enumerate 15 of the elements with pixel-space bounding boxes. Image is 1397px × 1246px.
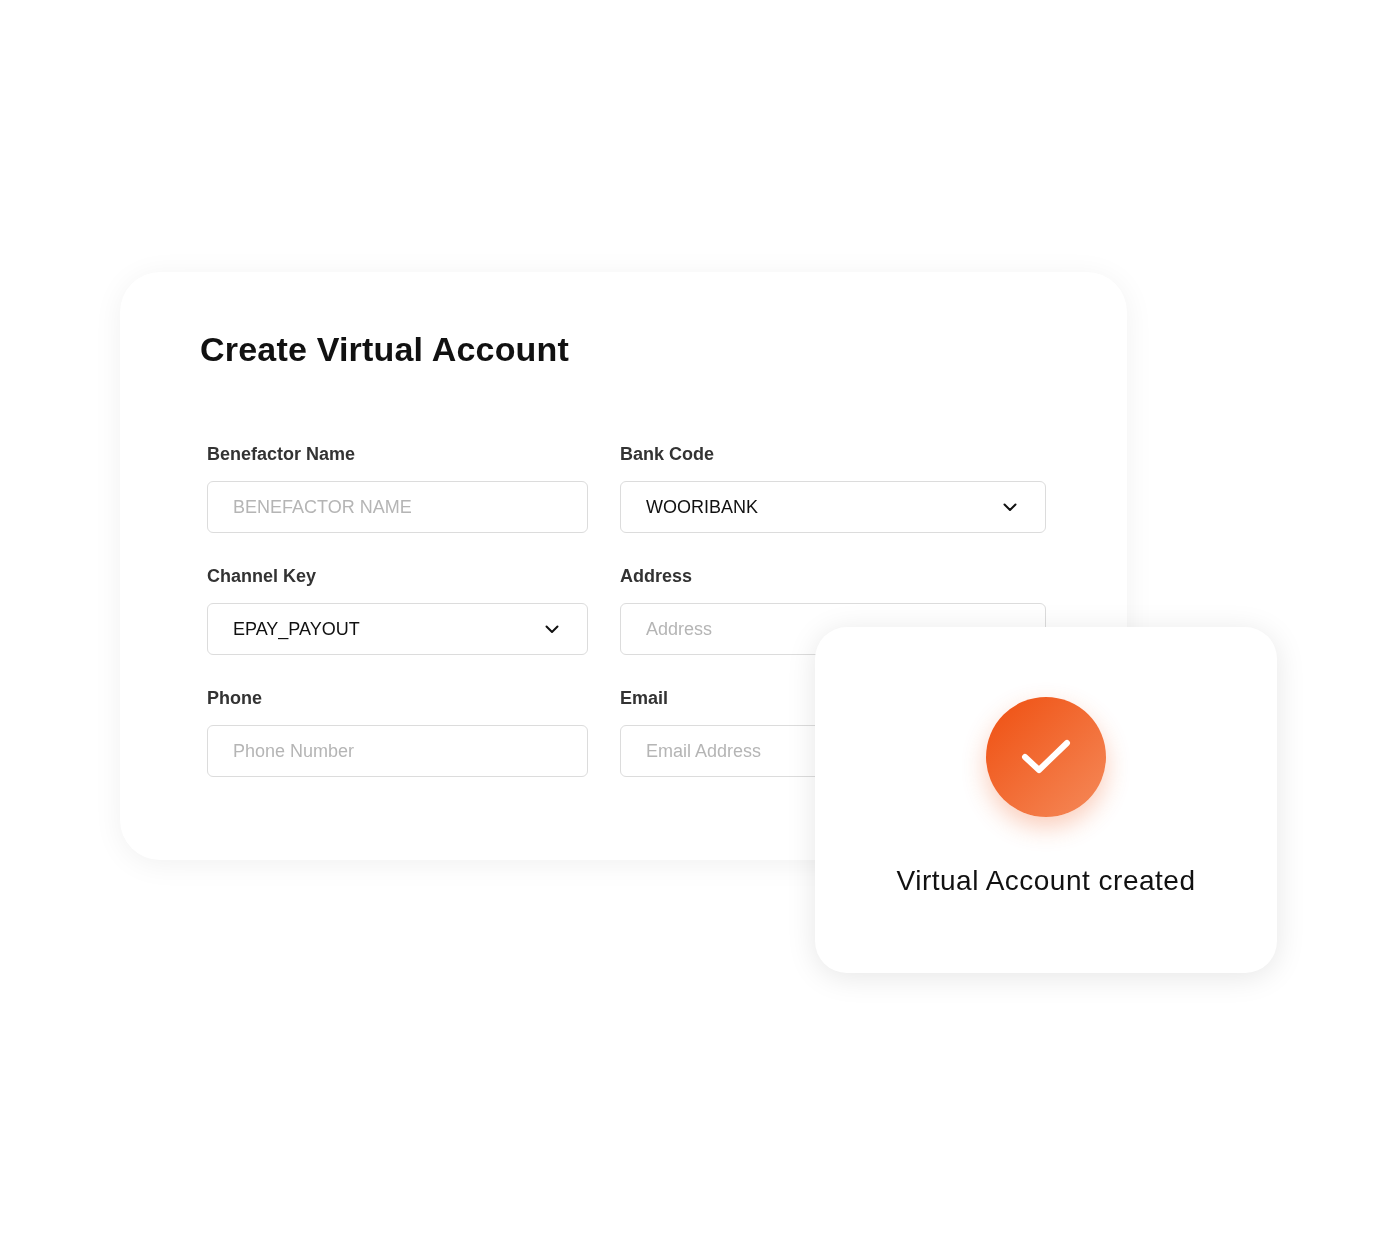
chevron-down-icon xyxy=(1003,502,1017,512)
select-field[interactable]: WOORIBANK xyxy=(620,481,1046,533)
form-title: Create Virtual Account xyxy=(200,330,571,369)
chevron-down-icon xyxy=(545,624,559,634)
field-label: Benefactor Name xyxy=(207,443,357,465)
field-label: Channel Key xyxy=(207,565,318,587)
field-label: Phone xyxy=(207,687,263,709)
input-field[interactable]: BENEFACTOR NAME xyxy=(207,481,588,533)
success-check-icon xyxy=(986,697,1106,817)
success-message: Virtual Account created xyxy=(896,865,1196,897)
select-field[interactable]: EPAY_PAYOUT xyxy=(207,603,588,655)
field-label: Email xyxy=(620,687,670,709)
field-label: Bank Code xyxy=(620,443,716,465)
input-field[interactable]: Phone Number xyxy=(207,725,588,777)
field-label: Address xyxy=(620,565,694,587)
